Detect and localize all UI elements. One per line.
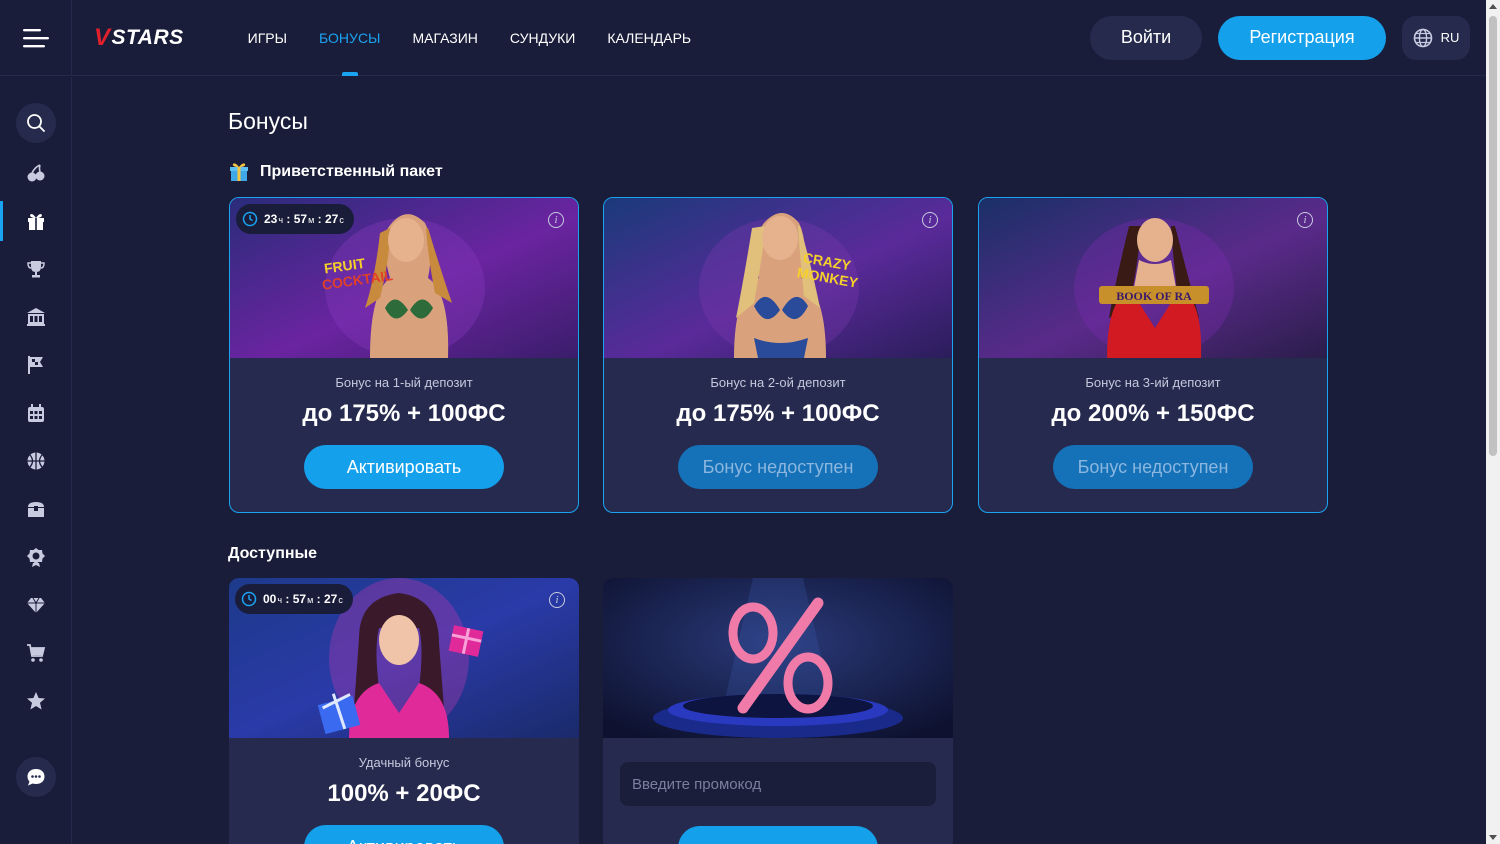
apply-promo-button[interactable]: [678, 826, 878, 844]
nav-shop[interactable]: МАГАЗИН: [396, 0, 493, 76]
sidebar-item-tournaments[interactable]: [0, 249, 72, 289]
promo-code-input[interactable]: [620, 762, 936, 806]
bonus-unavailable-button[interactable]: Бонус недоступен: [1053, 445, 1253, 489]
flag-icon: [28, 356, 43, 374]
clock-icon: [242, 211, 258, 227]
bonus-banner-image: CRAZY MONKEY: [604, 198, 952, 358]
percent-banner-image: [603, 578, 953, 738]
bonus-card-deposit-1: FRUIT COCKTAIL 23ч : 57м : 27с i Бонус н…: [229, 197, 579, 513]
activate-bonus-button[interactable]: Активировать: [304, 445, 504, 489]
sidebar-item-live-casino[interactable]: [0, 297, 72, 337]
bonus-card-image: FRUIT COCKTAIL 23ч : 57м : 27с i: [230, 198, 578, 358]
casino-icon: [27, 308, 45, 326]
bonus-title: до 175% + 100ФС: [302, 400, 506, 427]
cart-icon: [27, 644, 46, 662]
diamond-icon: [27, 597, 45, 613]
scroll-thumb[interactable]: [1489, 16, 1497, 456]
bonus-card-deposit-2: CRAZY MONKEY i Бонус на 2-ой депозит до …: [603, 197, 953, 513]
sidebar-item-shop[interactable]: [0, 633, 72, 673]
nav-games[interactable]: ИГРЫ: [232, 0, 303, 76]
left-sidebar: [0, 77, 72, 844]
calendar-icon: [28, 404, 44, 422]
gift-icon: [28, 214, 44, 230]
info-icon[interactable]: i: [1297, 212, 1313, 228]
sidebar-item-calendar[interactable]: [0, 393, 72, 433]
top-header: V STARS ИГРЫ БОНУСЫ МАГАЗИН СУНДУКИ КАЛЕ…: [0, 0, 1486, 76]
chat-icon: [27, 769, 45, 786]
sidebar-item-favorites[interactable]: [0, 681, 72, 721]
main-nav: ИГРЫ БОНУСЫ МАГАЗИН СУНДУКИ КАЛЕНДАРЬ: [232, 0, 707, 76]
sidebar-item-chests[interactable]: [0, 489, 72, 529]
section-welcome-package: Приветственный пакет: [228, 161, 443, 183]
bonus-subtitle: Бонус на 1-ый депозит: [335, 375, 473, 390]
language-selector[interactable]: RU: [1402, 15, 1470, 60]
login-button[interactable]: Войти: [1090, 15, 1202, 60]
promo-card-image: [603, 578, 953, 738]
cherries-icon: [27, 164, 45, 182]
bonus-title: до 200% + 150ФС: [1051, 400, 1255, 427]
globe-icon: [1413, 28, 1432, 47]
bonus-card-image: CRAZY MONKEY i: [604, 198, 952, 358]
bonus-title: 100% + 20ФС: [327, 780, 481, 807]
bonus-subtitle: Удачный бонус: [358, 755, 450, 770]
star-icon: [27, 692, 45, 710]
menu-toggle-button[interactable]: [0, 0, 72, 76]
nav-calendar[interactable]: КАЛЕНДАРЬ: [591, 0, 707, 76]
basketball-icon: [27, 452, 45, 470]
bonus-card-deposit-3: BOOK OF RA i Бонус на 3-ий депозит до 20…: [978, 197, 1328, 513]
bonus-card-image: 00ч : 57м : 27с i: [229, 578, 579, 738]
hamburger-icon: [22, 28, 49, 47]
sidebar-item-basketball[interactable]: [0, 441, 72, 481]
register-button[interactable]: Регистрация: [1218, 15, 1386, 60]
info-icon[interactable]: i: [548, 212, 564, 228]
chest-icon: [28, 502, 44, 517]
bonus-subtitle: Бонус на 2-ой депозит: [710, 375, 846, 390]
logo-mark: V: [94, 23, 111, 51]
page-title: Бонусы: [228, 108, 308, 134]
clock-icon: [241, 591, 257, 607]
bonus-card-image: BOOK OF RA i: [979, 198, 1327, 358]
chat-button[interactable]: [16, 757, 56, 797]
header-actions: Войти Регистрация RU: [1090, 15, 1486, 60]
info-icon[interactable]: i: [922, 212, 938, 228]
sidebar-item-bonuses[interactable]: [0, 201, 72, 241]
section-available-title: Доступные: [228, 545, 318, 562]
nav-bonuses[interactable]: БОНУСЫ: [303, 0, 396, 76]
bonus-banner-image: BOOK OF RA: [979, 198, 1327, 358]
gift-emoji-icon: [230, 163, 248, 181]
bonus-unavailable-button[interactable]: Бонус недоступен: [678, 445, 878, 489]
bonus-subtitle: Бонус на 3-ий депозит: [1085, 375, 1221, 390]
sidebar-item-vip[interactable]: [0, 585, 72, 625]
scroll-up-arrow-icon[interactable]: [1489, 4, 1497, 9]
scroll-down-arrow-icon[interactable]: [1489, 835, 1497, 840]
search-icon: [27, 114, 45, 132]
svg-text:BOOK OF RA: BOOK OF RA: [1116, 289, 1192, 303]
activate-bonus-button[interactable]: Активировать: [304, 825, 504, 844]
nav-chests[interactable]: СУНДУКИ: [494, 0, 591, 76]
badge-icon: [27, 548, 45, 567]
promo-code-card: [603, 578, 953, 844]
bonus-card-lucky: 00ч : 57м : 27с i Удачный бонус 100% + 2…: [229, 578, 579, 844]
site-logo[interactable]: V STARS: [94, 24, 184, 52]
section-welcome-title: Приветственный пакет: [260, 163, 443, 180]
sidebar-item-sports[interactable]: [0, 345, 72, 385]
bonus-timer: 23ч : 57м : 27с: [236, 204, 354, 234]
bonus-timer: 00ч : 57м : 27с: [235, 584, 353, 614]
page-scrollbar[interactable]: [1486, 0, 1500, 844]
trophy-icon: [27, 261, 45, 278]
sidebar-item-achievements[interactable]: [0, 537, 72, 577]
sidebar-search-button[interactable]: [16, 103, 56, 143]
logo-text: STARS: [111, 25, 184, 49]
sidebar-item-slots[interactable]: [0, 153, 72, 193]
section-available: Доступные: [228, 545, 317, 563]
language-label: RU: [1440, 30, 1460, 45]
info-icon[interactable]: i: [549, 592, 565, 608]
bonus-title: до 175% + 100ФС: [676, 400, 880, 427]
